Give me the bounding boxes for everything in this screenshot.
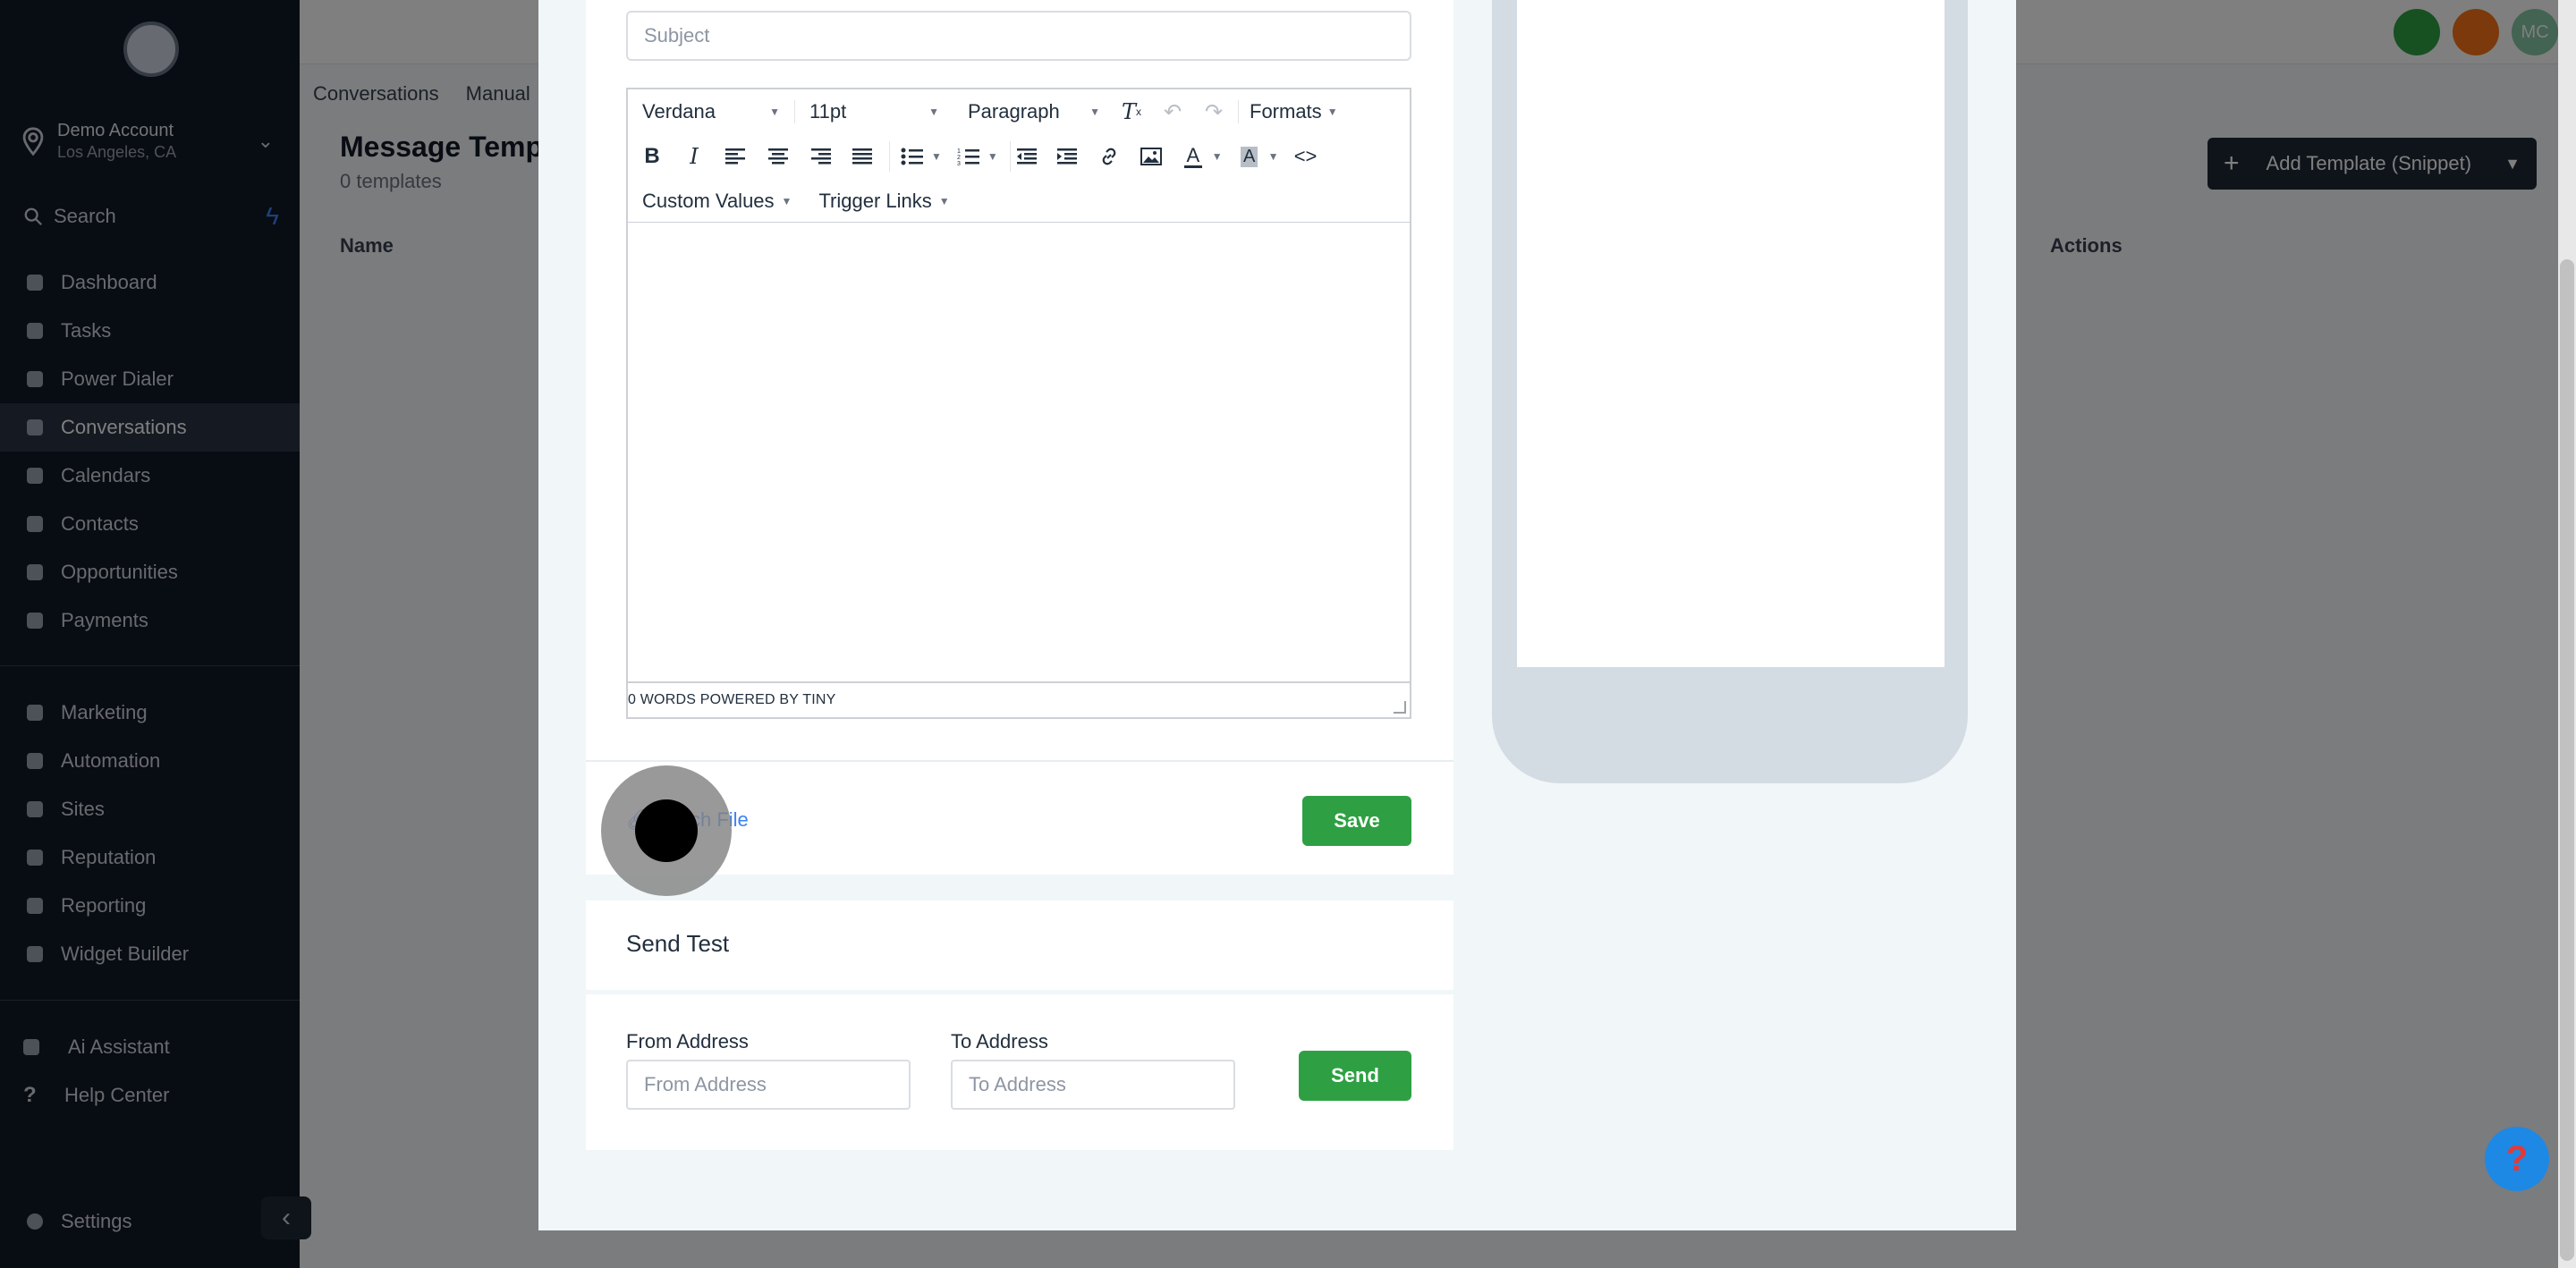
svg-text:1: 1 bbox=[957, 148, 961, 155]
send-test-title: Send Test bbox=[626, 930, 730, 957]
question-mark-icon: ? bbox=[2505, 1138, 2529, 1179]
caret-down-icon: ▼ bbox=[1211, 150, 1223, 163]
text-color-button[interactable]: A ▼ bbox=[1178, 141, 1223, 172]
formats-menu[interactable]: Formats ▼ bbox=[1238, 100, 1338, 123]
font-size-select[interactable]: 11pt ▼ bbox=[794, 100, 953, 123]
font-family-select[interactable]: Verdana ▼ bbox=[628, 100, 794, 123]
caret-down-icon: ▼ bbox=[769, 106, 780, 118]
editor-toolbar-row-1: Verdana ▼ 11pt ▼ Paragraph ▼ Tx ↶ ↷ Formats… bbox=[628, 89, 1338, 134]
caret-down-icon: ▼ bbox=[1089, 106, 1100, 118]
resize-handle-icon[interactable] bbox=[1394, 701, 1406, 714]
toolbar-divider bbox=[628, 222, 1410, 223]
numbered-list-icon: 123 bbox=[953, 141, 984, 172]
trigger-links-label: Trigger Links bbox=[818, 190, 932, 212]
caret-down-icon: ▼ bbox=[1326, 106, 1338, 118]
font-family-value: Verdana bbox=[642, 100, 716, 123]
undo-icon[interactable]: ↶ bbox=[1157, 97, 1188, 127]
caret-down-icon: ▼ bbox=[928, 106, 939, 118]
subject-input[interactable]: Subject bbox=[626, 11, 1411, 61]
svg-text:3: 3 bbox=[957, 161, 961, 166]
scrollbar-thumb[interactable] bbox=[2560, 259, 2574, 1261]
from-address-input[interactable]: From Address bbox=[626, 1060, 911, 1110]
help-widget-button[interactable]: ? bbox=[2485, 1127, 2549, 1191]
text-color-icon: A bbox=[1178, 141, 1208, 172]
custom-values-menu[interactable]: Custom Values ▼ bbox=[642, 190, 792, 213]
indent-icon[interactable] bbox=[1052, 141, 1082, 172]
from-address-label: From Address bbox=[626, 1030, 749, 1052]
source-code-icon[interactable]: <> bbox=[1291, 141, 1321, 172]
bullet-list-button[interactable]: ▼ bbox=[889, 141, 942, 172]
link-icon[interactable] bbox=[1094, 141, 1124, 172]
phone-preview-screen bbox=[1517, 0, 1945, 667]
outdent-icon[interactable] bbox=[1009, 141, 1040, 172]
editor-toolbar-row-2: B I ▼ 123 ▼ A ▼ A ▼ <> bbox=[628, 134, 1321, 179]
cursor-indicator bbox=[635, 799, 698, 862]
editor-toolbar-row-3: Custom Values ▼ Trigger Links ▼ bbox=[628, 179, 950, 224]
align-right-icon[interactable] bbox=[805, 141, 835, 172]
caret-down-icon: ▼ bbox=[1267, 150, 1279, 163]
formats-label: Formats bbox=[1250, 100, 1322, 123]
custom-values-label: Custom Values bbox=[642, 190, 775, 212]
svg-text:2: 2 bbox=[957, 155, 961, 161]
to-address-input[interactable]: To Address bbox=[951, 1060, 1235, 1110]
redo-icon[interactable]: ↷ bbox=[1199, 97, 1229, 127]
editor-status-bar: 0 WORDS POWERED BY TINY bbox=[628, 681, 1410, 717]
bullet-list-icon bbox=[897, 141, 928, 172]
to-address-label: To Address bbox=[951, 1030, 1048, 1052]
clear-formatting-icon[interactable]: Tx bbox=[1116, 97, 1147, 127]
caret-down-icon: ▼ bbox=[938, 195, 950, 207]
caret-down-icon: ▼ bbox=[987, 150, 998, 163]
save-button[interactable]: Save bbox=[1302, 796, 1411, 846]
image-icon[interactable] bbox=[1136, 141, 1166, 172]
align-justify-icon[interactable] bbox=[847, 141, 877, 172]
numbered-list-button[interactable]: 123 ▼ bbox=[953, 141, 998, 172]
word-count: 0 WORDS POWERED BY TINY bbox=[628, 692, 836, 707]
italic-icon[interactable]: I bbox=[679, 141, 709, 172]
trigger-links-menu[interactable]: Trigger Links ▼ bbox=[818, 190, 949, 213]
bold-icon[interactable]: B bbox=[637, 141, 667, 172]
caret-down-icon: ▼ bbox=[931, 150, 942, 163]
rich-text-editor: Verdana ▼ 11pt ▼ Paragraph ▼ Tx ↶ ↷ Formats… bbox=[626, 88, 1411, 719]
block-format-select[interactable]: Paragraph ▼ bbox=[953, 100, 1113, 123]
background-color-button[interactable]: A ▼ bbox=[1234, 141, 1279, 172]
align-left-icon[interactable] bbox=[721, 141, 751, 172]
editor-content-area[interactable] bbox=[628, 224, 1410, 680]
send-test-button[interactable]: Send bbox=[1299, 1051, 1411, 1101]
font-size-value: 11pt bbox=[809, 100, 847, 123]
background-color-icon: A bbox=[1234, 141, 1265, 172]
block-format-value: Paragraph bbox=[968, 100, 1060, 123]
align-center-icon[interactable] bbox=[763, 141, 793, 172]
caret-down-icon: ▼ bbox=[781, 195, 792, 207]
